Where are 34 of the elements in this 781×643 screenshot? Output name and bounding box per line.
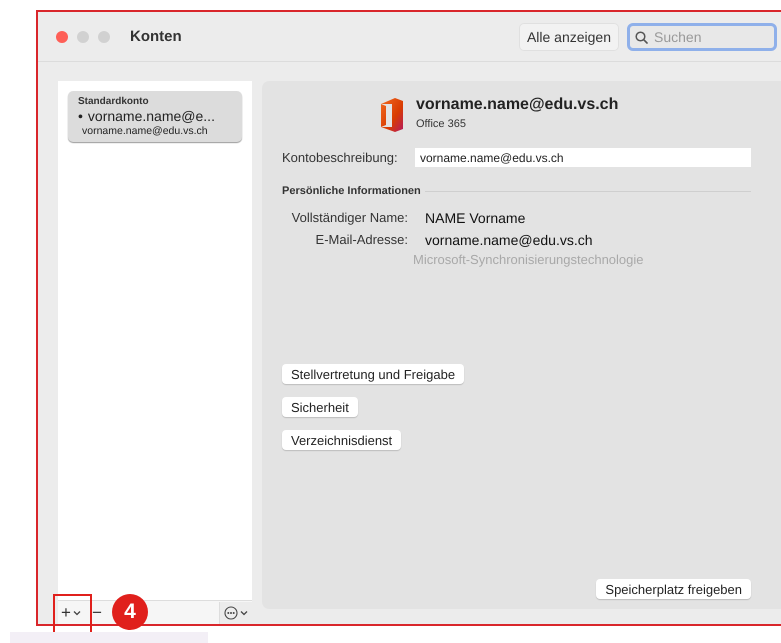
search-field[interactable]: Suchen xyxy=(627,22,777,50)
field-value: vorname.name@edu.vs.ch xyxy=(425,232,594,248)
free-storage-button[interactable]: Speicherplatz freigeben xyxy=(596,579,751,599)
account-name: vorname.name@e... xyxy=(88,108,215,124)
field-label: Vollständiger Name: xyxy=(290,210,408,226)
show-all-button[interactable]: Alle anzeigen xyxy=(518,22,619,50)
default-bullet: • xyxy=(78,108,83,124)
minimize-button[interactable] xyxy=(77,30,89,42)
remove-button[interactable]: − xyxy=(88,602,105,624)
account-header: Standardkonto xyxy=(78,96,150,107)
account-address: vorname.name@edu.vs.ch xyxy=(81,125,209,137)
chevron-icon xyxy=(72,610,81,616)
account-item[interactable]: Standardkonto • vorname.name@e... vorname.name@edu.vs.ch xyxy=(68,91,242,142)
settings-button[interactable]: Sicherheit xyxy=(282,397,358,417)
field-label: Kontobeschreibung: xyxy=(282,150,399,165)
field-label: E-Mail-Adresse: xyxy=(314,232,408,248)
account-title: vorname.name@edu.vs.ch xyxy=(416,96,618,114)
description-field[interactable]: vorname.name@edu.vs.ch xyxy=(415,148,751,167)
search-icon xyxy=(635,30,648,44)
step-badge: 4 xyxy=(112,594,148,630)
close-button[interactable] xyxy=(56,30,68,42)
zoom-button[interactable] xyxy=(98,30,110,42)
settings-button[interactable]: Verzeichnisdienst xyxy=(282,430,402,450)
section-title: Persönliche Informationen xyxy=(282,185,421,197)
office-logo-icon xyxy=(378,97,404,133)
chevron-icon xyxy=(240,610,248,616)
account-type: Office 365 xyxy=(416,118,467,130)
more-button[interactable] xyxy=(219,602,252,624)
add-button[interactable]: + xyxy=(58,602,84,624)
field-value: NAME Vorname xyxy=(425,210,526,226)
window-title: Konten xyxy=(130,28,182,45)
ellipsis-circle-icon xyxy=(224,606,238,620)
settings-button[interactable]: Stellvertretung und Freigabe xyxy=(282,364,464,384)
sync-note: Microsoft-Synchronisierungstechnologie xyxy=(413,252,645,267)
